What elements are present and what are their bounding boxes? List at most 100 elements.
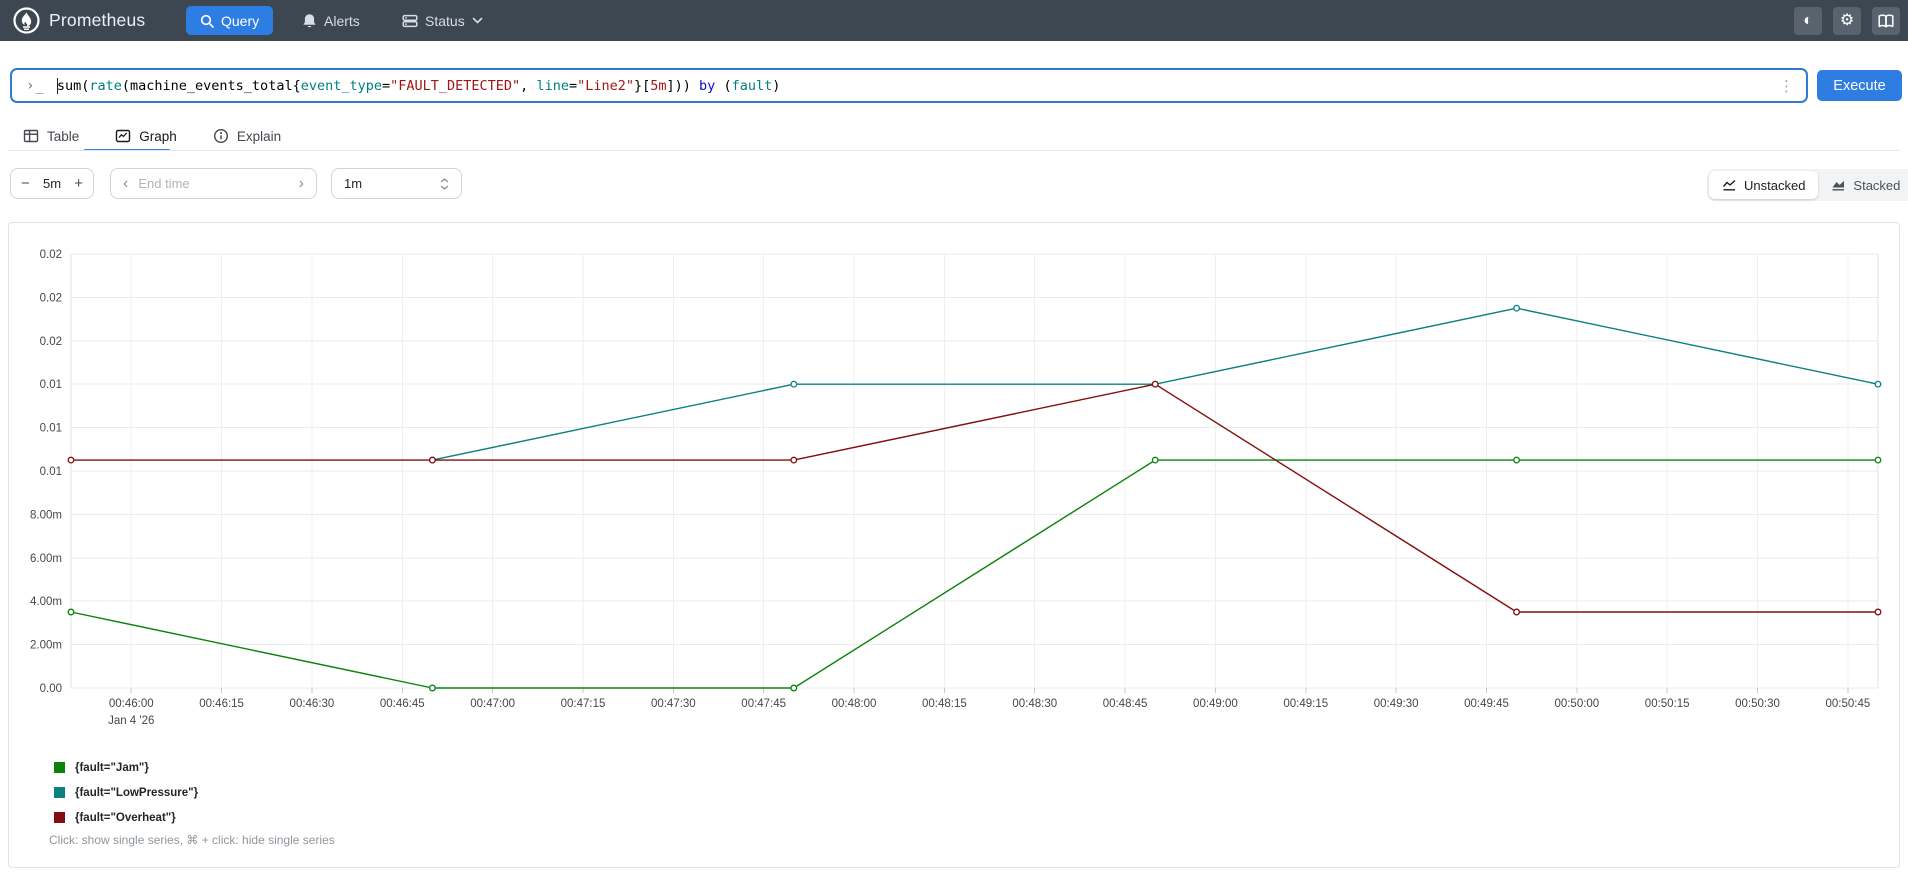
promql-token-plain: ) (772, 77, 781, 94)
stacking-toggle: Unstacked Stacked (1707, 169, 1908, 201)
tab-explain[interactable]: Explain (198, 122, 296, 150)
resolution-value[interactable]: 1m (344, 176, 362, 191)
y-tick-label: 0.01 (40, 379, 62, 391)
legend-item[interactable]: {fault="Overheat"} (54, 805, 198, 830)
data-point[interactable] (428, 684, 436, 692)
legend-label: {fault="Jam"} (75, 761, 149, 774)
end-time-forward-button[interactable]: › (299, 175, 304, 192)
end-time-picker[interactable]: ‹ End time › (110, 168, 317, 199)
legend-item[interactable]: {fault="LowPressure"} (54, 780, 198, 805)
range-value[interactable]: 5m (43, 176, 61, 191)
x-tick-label: 00:49:30 (1374, 698, 1419, 710)
prometheus-brand[interactable]: Prometheus (13, 7, 145, 34)
promql-token-label: fault (731, 77, 773, 94)
x-tick-label: 00:50:15 (1645, 698, 1690, 710)
series-line-0 (70, 459, 1878, 689)
y-tick-label: 8.00m (30, 509, 62, 521)
data-point[interactable] (1513, 608, 1521, 616)
x-tick-label: 00:50:00 (1554, 698, 1599, 710)
settings-button[interactable]: ⚙ (1833, 7, 1861, 35)
promql-token-label: line (536, 77, 569, 94)
end-time-back-button[interactable]: ‹ (123, 175, 128, 192)
docs-button[interactable] (1872, 7, 1900, 35)
tab-graph[interactable]: Graph (100, 122, 192, 150)
x-tick-label: 00:49:45 (1464, 698, 1509, 710)
legend-hint: Click: show single series, ⌘ + click: hi… (49, 833, 335, 847)
theme-toggle-button[interactable]: ◐ (1794, 7, 1822, 35)
y-tick-label: 0.01 (40, 423, 62, 435)
x-tick-label: 00:47:45 (741, 698, 786, 710)
y-tick-label: 0.02 (40, 292, 62, 304)
terminal-prompt-icon: ›_ (26, 77, 45, 94)
y-tick-label: 2.00m (30, 640, 62, 652)
x-axis-date-label: Jan 4 '26 (108, 715, 154, 727)
bell-icon (303, 13, 316, 27)
data-point[interactable] (428, 456, 436, 464)
range-increase-button[interactable]: + (74, 176, 83, 191)
data-point[interactable] (67, 456, 75, 464)
chevron-up-icon (440, 177, 449, 182)
y-tick-label: 6.00m (30, 553, 62, 565)
legend-swatch (54, 762, 65, 773)
search-icon (200, 14, 214, 28)
y-tick-label: 0.01 (40, 466, 62, 478)
x-tick-label: 00:47:00 (470, 698, 515, 710)
stacked-button[interactable]: Stacked (1818, 171, 1908, 199)
data-point[interactable] (1874, 608, 1882, 616)
data-point[interactable] (790, 380, 798, 388)
chevron-down-icon (440, 185, 449, 190)
promql-token-str: "Line2" (577, 77, 634, 94)
series-line-2 (71, 383, 1878, 613)
contrast-icon: ◐ (1803, 12, 1813, 29)
nav-alerts[interactable]: Alerts (302, 0, 360, 41)
nav-alerts-label: Alerts (324, 12, 360, 29)
series-legend: {fault="Jam"} {fault="LowPressure"} {fault… (54, 755, 198, 830)
nav-status-menu[interactable]: Status (402, 0, 483, 41)
promql-token-fn: rate (89, 77, 122, 94)
tab-graph-label: Graph (139, 128, 177, 144)
promql-token-label: event_type (300, 77, 382, 94)
app-title: Prometheus (49, 10, 146, 30)
unstacked-button[interactable]: Unstacked (1709, 171, 1819, 199)
x-tick-label: 00:46:30 (290, 698, 335, 710)
data-point[interactable] (1874, 456, 1882, 464)
query-options-kebab-icon[interactable]: ⋮ (1779, 77, 1794, 95)
data-point[interactable] (67, 608, 75, 616)
promql-token-plain: (machine_events_total{ (121, 77, 301, 94)
promql-token-plain: , (520, 77, 537, 94)
x-tick-label: 00:50:45 (1826, 698, 1871, 710)
nav-query-button[interactable]: Query (186, 6, 274, 35)
area-chart-icon (1832, 181, 1845, 191)
nav-query-label: Query (221, 12, 260, 29)
legend-label: {fault="LowPressure"} (75, 786, 199, 799)
resolution-spinner[interactable] (440, 177, 449, 190)
range-decrease-button[interactable]: − (21, 176, 30, 191)
tab-table[interactable]: Table (8, 122, 94, 150)
data-point[interactable] (790, 456, 798, 464)
y-tick-label: 4.00m (30, 596, 62, 608)
resolution-input[interactable]: 1m (331, 168, 462, 199)
promql-token-plain: }[ (634, 77, 651, 94)
tab-table-label: Table (47, 128, 80, 144)
book-icon (1878, 14, 1894, 28)
data-point[interactable] (1151, 380, 1159, 388)
data-point[interactable] (790, 684, 798, 692)
end-time-placeholder[interactable]: End time (138, 176, 298, 191)
data-point[interactable] (1151, 456, 1159, 464)
promql-expression-input[interactable]: ›_ sum(rate (machine_events_total{event_t… (10, 68, 1808, 103)
data-point[interactable] (1874, 380, 1882, 388)
promql-token-plain: = (568, 77, 578, 94)
promql-token-plain: ( (715, 77, 732, 94)
legend-item[interactable]: {fault="Jam"} (54, 755, 198, 780)
data-point[interactable] (1513, 456, 1521, 464)
y-tick-label: 0.00 (40, 683, 62, 695)
promql-token-plain: sum( (56, 77, 90, 94)
time-series-chart[interactable]: 0.02 0.02 0.02 0.01 0.01 0.01 8.00m 6.00m 4.00m 2… (9, 223, 1899, 743)
tab-explain-label: Explain (236, 128, 282, 144)
result-tabs: Table Graph Explain (8, 122, 296, 150)
data-point[interactable] (1513, 304, 1521, 312)
promql-expression-text: sum(rate (machine_events_total{event_type… (56, 77, 781, 94)
execute-button[interactable]: Execute (1817, 70, 1902, 101)
top-navbar: Prometheus Query Alerts Status ◐ ⚙ (0, 0, 1908, 41)
chevron-down-icon (472, 17, 483, 24)
